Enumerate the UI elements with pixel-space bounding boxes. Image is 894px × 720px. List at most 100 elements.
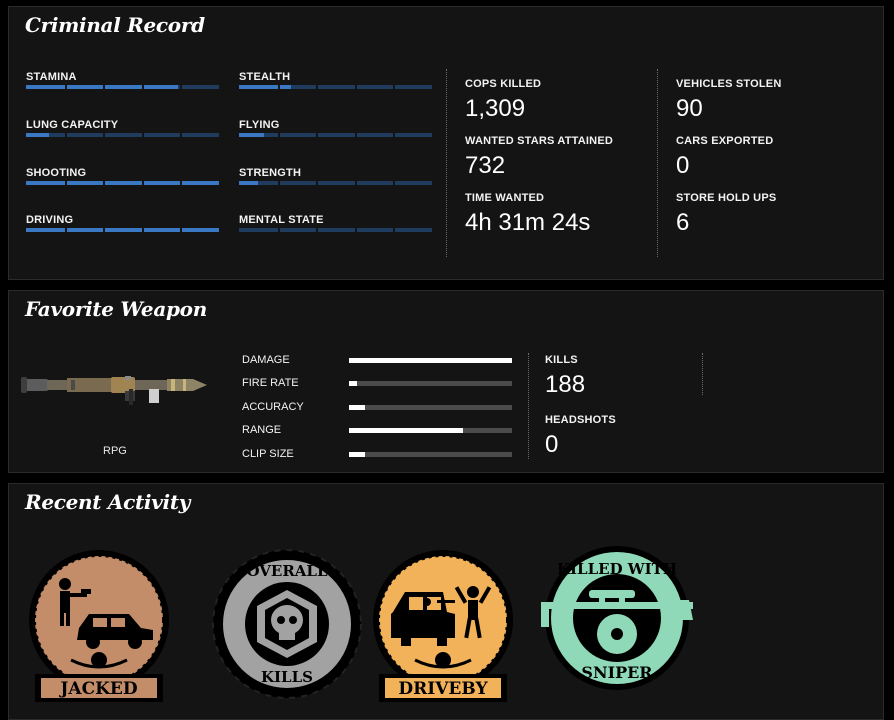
weapon-stat-fill [349,405,366,410]
skill-stamina: STAMINA [26,69,219,105]
skill-bar-segment [64,228,67,232]
skill-driving: DRIVING [26,212,219,248]
badge-top-label: KILLED WITH [557,560,677,578]
skill-bar [26,181,219,185]
weapon-stat-range: RANGE [242,423,512,443]
skill-shooting: SHOOTING [26,165,219,201]
stat-value: 0 [676,152,690,179]
stat-label: VEHICLES STOLEN [676,78,782,90]
divider [657,69,658,257]
skill-label: STRENGTH [239,167,302,179]
stat-label: COPS KILLED [465,78,542,90]
weapon-name: RPG [103,445,127,457]
skill-bar [239,228,432,232]
cars-exported-stat: CARS EXPORTED 0 [676,134,773,181]
skill-mental-state: MENTAL STATE [239,212,432,248]
skill-bar-segment [103,181,106,185]
skill-lung-capacity: LUNG CAPACITY [26,117,219,153]
stat-value: 6 [676,209,690,236]
favorite-weapon-panel: Favorite Weapon RPG DAMAGE FIRE RATE ACC… [8,290,884,473]
overall-kills-badge[interactable]: OVERALL KILLS [209,542,365,712]
skill-bar-fill [26,228,219,232]
skill-bar [239,133,432,137]
skill-stealth: STEALTH [239,69,432,105]
skill-bar-segment [393,228,396,232]
skill-bar-fill [239,133,265,137]
skill-label: DRIVING [26,214,74,226]
skill-bar-segment [64,85,67,89]
badge-top-label: OVERALL [246,562,328,580]
skill-bar-segment [64,181,67,185]
stat-value: 1,309 [465,95,526,122]
stat-label: WANTED STARS ATTAINED [465,135,614,147]
skill-bar-segment [141,85,144,89]
skill-bar-segment [180,228,183,232]
stat-value: 0 [545,431,559,458]
skill-bar-segment [316,85,319,89]
skill-flying: FLYING [239,117,432,153]
skill-bar-fill [26,133,50,137]
stat-label: TIME WANTED [465,192,545,204]
badge-bottom-label: KILLS [261,668,313,686]
stat-value: 188 [545,371,586,398]
weapon-stat-bar [349,452,512,457]
skill-strength: STRENGTH [239,165,432,201]
divider [528,353,529,459]
skill-label: SHOOTING [26,167,87,179]
skill-bar-segment [103,228,106,232]
skill-bar-fill [239,85,292,89]
divider [702,353,703,395]
skill-label: STAMINA [26,71,77,83]
skill-bar [239,85,432,89]
weapon-stat-damage: DAMAGE [242,353,512,373]
weapon-stat-label: ACCURACY [242,401,304,413]
skill-bar-segment [277,85,280,89]
divider [446,69,447,257]
skill-bar-segment [141,181,144,185]
skill-label: FLYING [239,119,280,131]
skill-bar-fill [26,181,219,185]
driveby-car-icon [391,592,455,646]
weapon-stat-fire-rate: FIRE RATE [242,376,512,396]
weapon-stat-clip-size: CLIP SIZE [242,447,512,467]
skill-label: LUNG CAPACITY [26,119,119,131]
skill-bar-segment [354,85,357,89]
stat-label: HEADSHOTS [545,414,616,426]
store-hold-ups-stat: STORE HOLD UPS 6 [676,191,776,238]
skill-bar-segment [316,181,319,185]
skill-label: STEALTH [239,71,291,83]
badge-bottom-label: SNIPER [581,663,653,682]
skill-bar-segment [316,228,319,232]
weapon-stat-label: RANGE [242,424,282,436]
skill-bar-segment [180,133,183,137]
vehicles-stolen-stat: VEHICLES STOLEN 90 [676,77,781,124]
stat-label: KILLS [545,354,578,366]
killed-with-sniper-badge[interactable]: KILLED WITH SNIPER [539,542,695,712]
badge-label: DRIVEBY [398,679,488,699]
skill-bar-segment [141,133,144,137]
weapon-stat-label: CLIP SIZE [242,448,294,460]
criminal-record-title: Criminal Record [25,13,205,37]
jacked-badge[interactable]: JACKED [21,542,177,712]
weapon-stat-fill [349,358,512,363]
time-wanted-stat: TIME WANTED 4h 31m 24s [465,191,590,238]
skill-label: MENTAL STATE [239,214,324,226]
skill-bar [26,228,219,232]
skill-bar-segment [354,181,357,185]
weapon-kills-stat: KILLS 188 [545,353,585,400]
skill-bar-segment [103,133,106,137]
skill-bar-segment [64,133,67,137]
cops-killed-stat: COPS KILLED 1,309 [465,77,541,124]
skill-bar-segment [393,133,396,137]
skill-bar-fill [239,181,259,185]
weapon-stat-bar [349,381,512,386]
skill-bar-segment [180,85,183,89]
driveby-badge[interactable]: DRIVEBY [365,542,521,712]
skill-bar-segment [180,181,183,185]
badge-label: JACKED [58,679,137,699]
stat-label: STORE HOLD UPS [676,192,777,204]
skill-bar [26,133,219,137]
skill-bar [26,85,219,89]
weapon-stat-fill [349,452,366,457]
rpg-weapon-image [21,376,207,405]
